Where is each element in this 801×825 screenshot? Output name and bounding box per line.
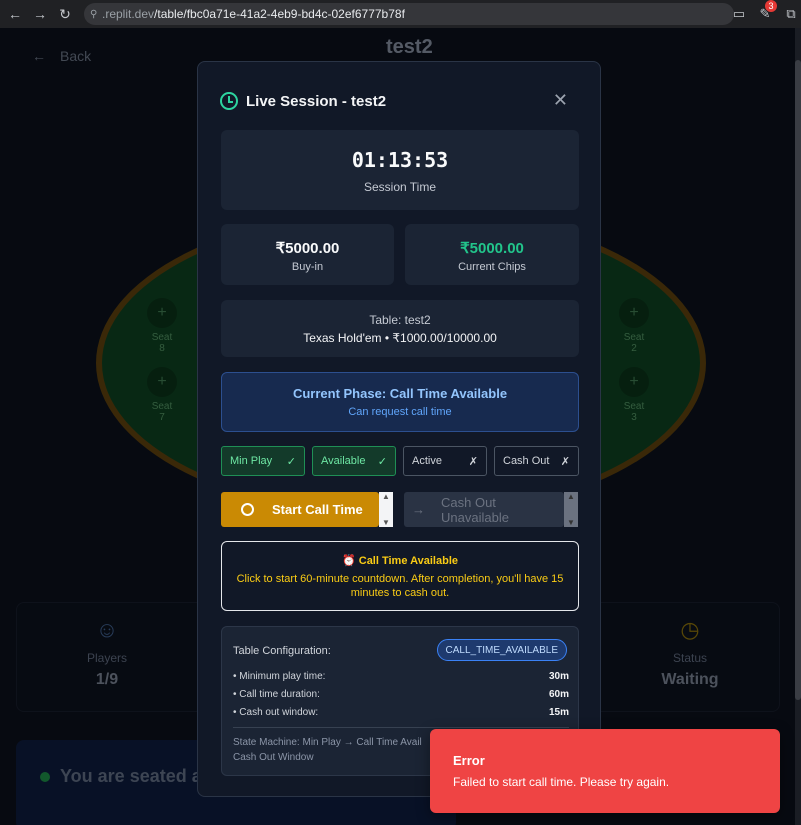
scrollbar[interactable] [795,28,801,825]
buyin-label: Buy-in [291,261,324,273]
up-arrow-icon[interactable]: ▲ [382,492,390,501]
cash-out-label: Cash Out Unavailable [441,494,509,525]
site-info-icon[interactable]: ⚲ [90,9,100,20]
buyin-card: ₹5000.00 Buy-in [221,224,394,285]
pill-active: Active ✗ [403,446,487,476]
game-stakes: Texas Hold'em • ₹1000.00/10000.00 [303,331,497,345]
cross-icon: ✗ [560,455,570,468]
live-session-modal: Live Session - test2 ✕ 01:13:53 Session … [197,61,601,797]
toast-message: Failed to start call time. Please try ag… [453,775,670,789]
current-chips-card: ₹5000.00 Current Chips [405,224,579,285]
forward-arrow-icon[interactable]: → [30,4,50,24]
chips-label: Current Chips [458,261,526,273]
state-machine-line-2: Cash Out Window [233,752,314,763]
pill-label: Available [321,455,366,467]
check-icon: ✓ [286,455,296,468]
phase-title: Current Phase: Call Time Available [292,386,508,401]
toast-title: Error [453,753,485,768]
cast-icon[interactable]: ▭ [729,4,749,24]
session-time: 01:13:53 [351,148,449,172]
state-badge: CALL_TIME_AVAILABLE [436,639,567,661]
cross-icon: ✗ [468,455,478,468]
pill-label: Cash Out [503,455,550,467]
config-label: • Cash out window: [233,707,319,718]
config-value: 60m [548,689,569,700]
config-title: Table Configuration: [233,645,331,657]
chips-amount: ₹5000.00 [460,240,524,257]
url-host: .replit.dev [102,7,155,21]
divider [233,727,569,728]
config-row: • Cash out window: 15m [233,707,569,718]
down-arrow-icon[interactable]: ▼ [382,518,390,527]
url-path: /table/fbc0a71e-41a2-4eb9-bd4c-02ef6777b… [154,7,405,21]
phase-subtitle: Can request call time [348,406,452,418]
config-row: • Call time duration: 60m [233,689,569,700]
config-value: 15m [548,707,569,718]
clock-icon [220,92,238,110]
config-label: • Call time duration: [233,689,320,700]
phase-card: Current Phase: Call Time Available Can r… [221,372,579,432]
browser-toolbar: ← → ↻ ⚲ .replit.dev /table/fbc0a71e-41a2… [0,0,801,28]
address-bar[interactable]: ⚲ .replit.dev /table/fbc0a71e-41a2-4eb9-… [84,3,734,25]
config-row: • Minimum play time: 30m [233,671,569,682]
status-pills: Min Play ✓ Available ✓ Active ✗ Cash Out… [221,446,579,476]
modal-title: Live Session - test2 [246,92,387,110]
scrollbar-thumb[interactable] [795,60,801,700]
extension-icon[interactable]: ✎ 3 [755,0,777,24]
state-machine-text: State Machine: Min Play → Call Time Avai… [233,735,433,765]
start-call-time-button[interactable]: Start Call Time [221,492,379,527]
call-time-body: Click to start 60-minute countdown. Afte… [236,573,564,599]
buyin-amount: ₹5000.00 [275,240,340,257]
reload-icon[interactable]: ↻ [55,4,75,24]
clock-icon [241,503,254,516]
arrow-right-icon: → [412,502,425,517]
pill-label: Active [412,455,442,467]
table-name: Table: test2 [369,313,431,327]
call-time-title: Call Time Available [358,555,458,567]
scroll-stepper[interactable]: ▲ ▼ [564,492,578,527]
state-machine-line-1: State Machine: Min Play → Call Time Avai… [233,737,422,748]
start-call-time-label: Start Call Time [272,502,363,517]
error-toast[interactable]: Error Failed to start call time. Please … [430,729,780,813]
alarm-icon: ⏰ [341,555,359,567]
close-icon[interactable]: ✕ [553,90,568,111]
check-icon: ✓ [377,455,387,468]
call-time-notice: ⏰ Call Time Available Click to start 60-… [221,541,579,611]
open-tab-icon[interactable]: ⧉ [781,4,801,24]
session-time-label: Session Time [363,180,437,194]
notification-badge: 3 [765,0,777,12]
back-arrow-icon[interactable]: ← [5,4,25,24]
pill-cash-out: Cash Out ✗ [494,446,579,476]
cash-out-button[interactable]: → Cash Out Unavailable [404,492,564,527]
up-arrow-icon[interactable]: ▲ [567,492,575,501]
scroll-stepper[interactable]: ▲ ▼ [379,492,393,527]
pill-label: Min Play [230,455,273,467]
table-info-card: Table: test2 Texas Hold'em • ₹1000.00/10… [221,300,579,357]
session-timer-card: 01:13:53 Session Time [221,130,579,210]
down-arrow-icon[interactable]: ▼ [567,518,575,527]
config-value: 30m [548,671,569,682]
config-label: • Minimum play time: [233,671,326,682]
pill-min-play: Min Play ✓ [221,446,305,476]
pill-available: Available ✓ [312,446,396,476]
